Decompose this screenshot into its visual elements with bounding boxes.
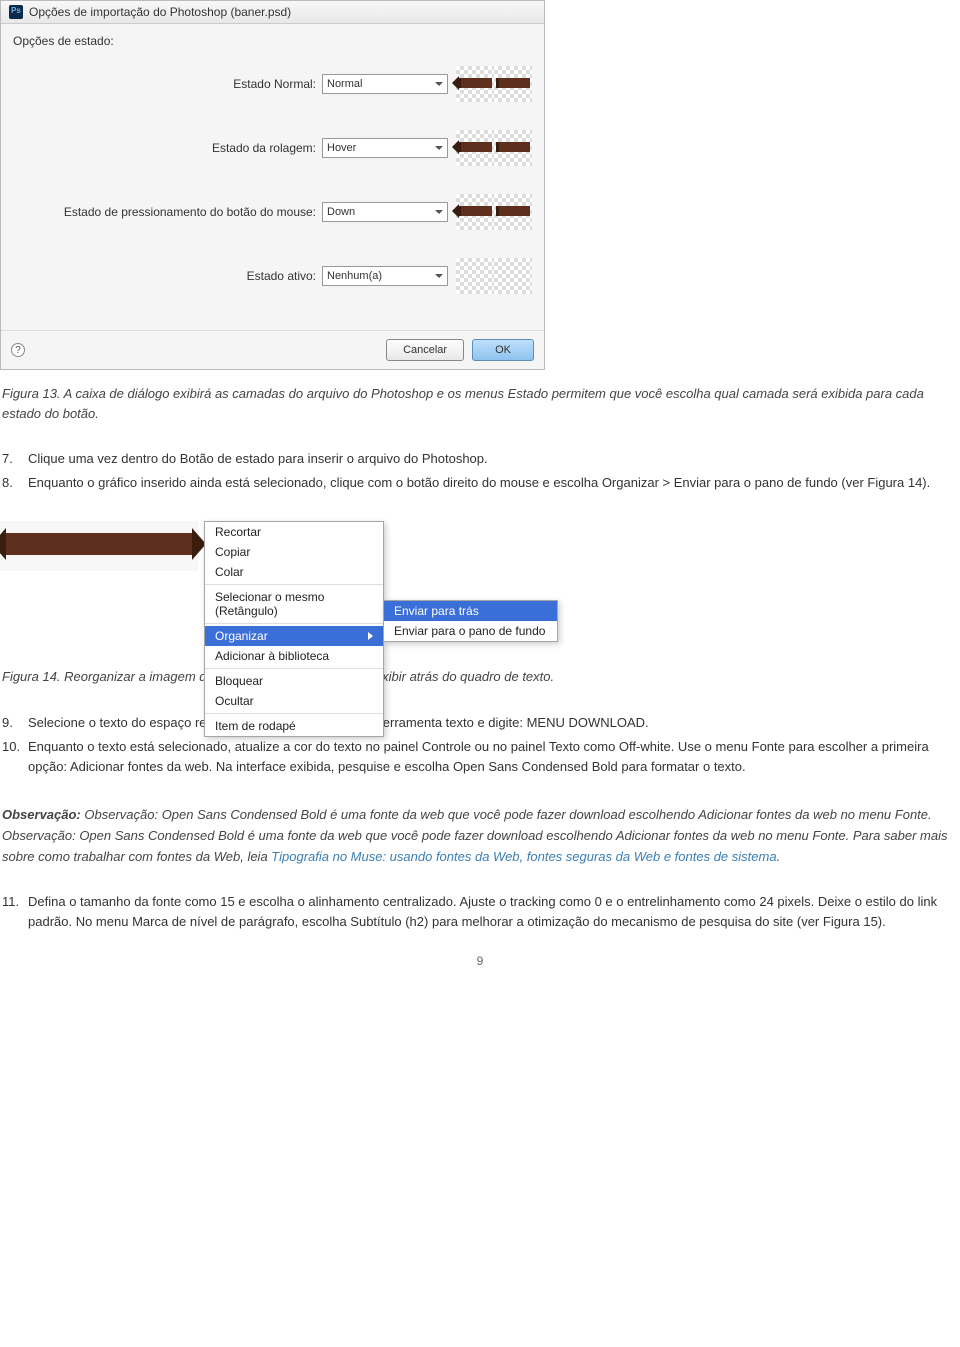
step-number: 10. [2, 737, 28, 777]
layer-preview [494, 130, 532, 166]
help-icon[interactable]: ? [11, 343, 25, 357]
steps-list: 7. Clique uma vez dentro do Botão de est… [2, 449, 958, 493]
step-number: 7. [2, 449, 28, 469]
step-number: 8. [2, 473, 28, 493]
chevron-down-icon [435, 82, 443, 86]
dropdown-value: Down [327, 206, 355, 218]
list-item: 10. Enquanto o texto está selecionado, a… [2, 737, 958, 777]
submenu-item-send-back[interactable]: Enviar para trás [384, 601, 557, 621]
state-row-hover: Estado da rolagem: Hover [13, 130, 532, 166]
steps-list: 9. Selecione o texto do espaço reservado… [2, 713, 958, 777]
state-down-dropdown[interactable]: Down [322, 202, 448, 222]
menu-item-paste[interactable]: Colar [205, 562, 383, 582]
selected-banner-graphic [0, 521, 198, 571]
note-lead: Observação: [2, 807, 81, 822]
layer-preview [456, 194, 494, 230]
step-text: Enquanto o gráfico inserido ainda está s… [28, 473, 930, 493]
state-row-down: Estado de pressionamento do botão do mou… [13, 194, 532, 230]
chevron-down-icon [435, 274, 443, 278]
menu-separator [205, 623, 383, 624]
menu-separator [205, 584, 383, 585]
options-heading: Opções de estado: [13, 34, 532, 48]
photoshop-import-dialog: Opções de importação do Photoshop (baner… [0, 0, 545, 370]
ok-button[interactable]: OK [472, 339, 534, 361]
menu-item-lock[interactable]: Bloquear [205, 671, 383, 691]
figure-14-caption: Figura 14. Reorganizar a imagem de banne… [2, 667, 958, 687]
dropdown-value: Nenhum(a) [327, 270, 382, 282]
dialog-body: Opções de estado: Estado Normal: Normal … [1, 24, 544, 330]
figure-13-caption: Figura 13. A caixa de diálogo exibirá as… [2, 384, 958, 423]
chevron-right-icon [368, 632, 373, 640]
layer-preview [456, 130, 494, 166]
state-label: Estado ativo: [247, 269, 316, 283]
menu-item-footer[interactable]: Item de rodapé [205, 716, 383, 736]
state-row-normal: Estado Normal: Normal [13, 66, 532, 102]
menu-item-label: Organizar [215, 629, 268, 643]
context-menu-figure: Recortar Copiar Colar Selecionar o mesmo… [0, 521, 560, 571]
dialog-title-text: Opções de importação do Photoshop (baner… [29, 5, 291, 19]
menu-item-arrange[interactable]: Organizar [205, 626, 383, 646]
dialog-buttons: Cancelar OK [386, 339, 534, 361]
step-text: Defina o tamanho da fonte como 15 e esco… [28, 892, 958, 932]
step-text: Clique uma vez dentro do Botão de estado… [28, 449, 488, 469]
list-item: 11. Defina o tamanho da fonte como 15 e … [2, 892, 958, 932]
layer-preview [494, 194, 532, 230]
menu-item-cut[interactable]: Recortar [205, 522, 383, 542]
step-number: 11. [2, 892, 28, 932]
list-item: 9. Selecione o texto do espaço reservado… [2, 713, 958, 733]
chevron-down-icon [435, 146, 443, 150]
dropdown-value: Hover [327, 142, 356, 154]
layer-previews [456, 258, 532, 294]
layer-preview [494, 258, 532, 294]
list-item: 7. Clique uma vez dentro do Botão de est… [2, 449, 958, 469]
menu-item-hide[interactable]: Ocultar [205, 691, 383, 711]
steps-list: 11. Defina o tamanho da fonte como 15 e … [2, 892, 958, 932]
layer-preview [456, 66, 494, 102]
state-hover-dropdown[interactable]: Hover [322, 138, 448, 158]
dropdown-value: Normal [327, 78, 362, 90]
ribbon-icon [6, 533, 192, 555]
menu-separator [205, 713, 383, 714]
state-label: Estado Normal: [233, 77, 316, 91]
layer-preview [456, 258, 494, 294]
state-active-dropdown[interactable]: Nenhum(a) [322, 266, 448, 286]
state-normal-dropdown[interactable]: Normal [322, 74, 448, 94]
note-block: Observação: Observação: Open Sans Conden… [2, 805, 958, 867]
arrange-submenu: Enviar para trás Enviar para o pano de f… [383, 600, 558, 642]
layer-previews [456, 194, 532, 230]
dialog-footer: ? Cancelar OK [1, 330, 544, 369]
step-number: 9. [2, 713, 28, 733]
list-item: 8. Enquanto o gráfico inserido ainda est… [2, 473, 958, 493]
menu-item-add-library[interactable]: Adicionar à biblioteca [205, 646, 383, 666]
menu-item-select-same[interactable]: Selecionar o mesmo (Retângulo) [205, 587, 383, 621]
note-link[interactable]: Tipografia no Muse: usando fontes da Web… [271, 849, 776, 864]
layer-previews [456, 130, 532, 166]
note-body-end: . [777, 849, 781, 864]
layer-previews [456, 66, 532, 102]
state-label: Estado de pressionamento do botão do mou… [64, 205, 316, 219]
step-text: Enquanto o texto está selecionado, atual… [28, 737, 958, 777]
photoshop-icon [9, 5, 23, 19]
layer-preview [494, 66, 532, 102]
menu-item-copy[interactable]: Copiar [205, 542, 383, 562]
chevron-down-icon [435, 210, 443, 214]
submenu-item-send-to-back[interactable]: Enviar para o pano de fundo [384, 621, 557, 641]
state-row-active: Estado ativo: Nenhum(a) [13, 258, 532, 294]
cancel-button[interactable]: Cancelar [386, 339, 464, 361]
context-menu: Recortar Copiar Colar Selecionar o mesmo… [204, 521, 384, 737]
page-number: 9 [0, 954, 960, 968]
dialog-titlebar: Opções de importação do Photoshop (baner… [1, 1, 544, 24]
state-label: Estado da rolagem: [212, 141, 316, 155]
menu-separator [205, 668, 383, 669]
